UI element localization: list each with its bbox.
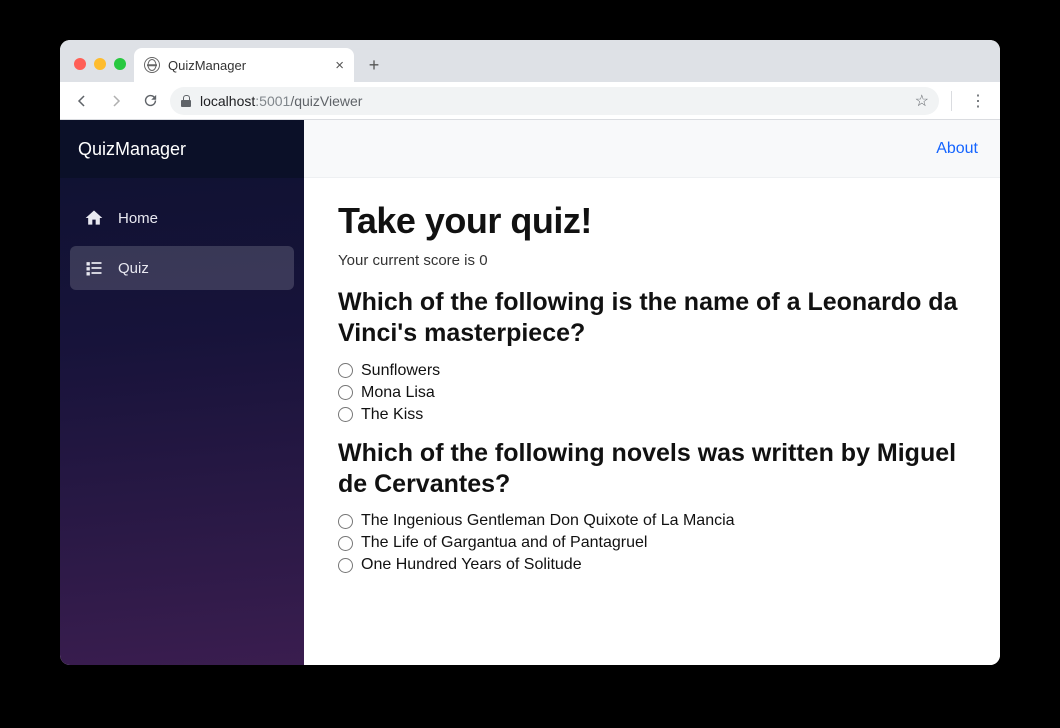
radio-input[interactable] [338,558,353,573]
options-group: The Ingenious Gentleman Don Quixote of L… [338,510,966,576]
browser-toolbar: localhost:5001/quizViewer ☆ ⋮ [60,82,1000,120]
score-line: Your current score is 0 [338,252,966,269]
option-label: The Ingenious Gentleman Don Quixote of L… [361,512,735,530]
browser-window: QuizManager × + localhost:5001/quizViewe… [60,40,1000,665]
radio-input[interactable] [338,407,353,422]
window-controls [70,58,134,82]
answer-option[interactable]: The Life of Gargantua and of Pantagruel [338,532,966,554]
back-button[interactable] [68,87,96,115]
content: About Take your quiz! Your current score… [304,120,1000,665]
page: QuizManager Home Quiz About [60,120,1000,665]
sidebar-item-home[interactable]: Home [70,196,294,240]
score-prefix: Your current score is [338,252,479,269]
topbar: About [304,120,1000,178]
maximize-window-button[interactable] [114,58,126,70]
new-tab-button[interactable]: + [360,51,388,79]
radio-input[interactable] [338,363,353,378]
brand-label: QuizManager [78,139,186,160]
address-bar[interactable]: localhost:5001/quizViewer ☆ [170,87,939,115]
about-link[interactable]: About [936,140,978,158]
option-label: Sunflowers [361,362,440,380]
toolbar-separator [951,91,952,111]
question-prompt: Which of the following is the name of a … [338,287,966,350]
url-host: localhost [200,93,255,109]
minimize-window-button[interactable] [94,58,106,70]
globe-icon [144,57,160,73]
answer-option[interactable]: Sunflowers [338,360,966,382]
url-port: :5001 [255,93,290,109]
sidebar-item-quiz[interactable]: Quiz [70,246,294,290]
options-group: Sunflowers Mona Lisa The Kiss [338,360,966,426]
answer-option[interactable]: The Ingenious Gentleman Don Quixote of L… [338,510,966,532]
forward-button[interactable] [102,87,130,115]
sidebar-nav: Home Quiz [60,178,304,308]
brand[interactable]: QuizManager [60,120,304,178]
sidebar-item-label: Quiz [118,260,149,277]
question-block: Which of the following novels was writte… [338,438,966,577]
sidebar: QuizManager Home Quiz [60,120,304,665]
answer-option[interactable]: Mona Lisa [338,382,966,404]
option-label: One Hundred Years of Solitude [361,556,582,574]
close-tab-button[interactable]: × [335,57,344,74]
main: Take your quiz! Your current score is 0 … [304,178,1000,665]
close-window-button[interactable] [74,58,86,70]
question-prompt: Which of the following novels was writte… [338,438,966,501]
sidebar-item-label: Home [118,210,158,227]
url-path: /quizViewer [290,93,362,109]
radio-input[interactable] [338,514,353,529]
question-block: Which of the following is the name of a … [338,287,966,426]
browser-menu-button[interactable]: ⋮ [964,91,992,111]
quiz-icon [84,258,104,278]
radio-input[interactable] [338,536,353,551]
answer-option[interactable]: One Hundred Years of Solitude [338,554,966,576]
tab-strip: QuizManager × + [60,40,1000,82]
score-value: 0 [479,252,487,269]
browser-tab[interactable]: QuizManager × [134,48,354,82]
lock-icon [180,95,192,107]
url-text: localhost:5001/quizViewer [200,93,362,109]
bookmark-icon[interactable]: ☆ [915,91,929,111]
page-title: Take your quiz! [338,200,966,242]
option-label: The Life of Gargantua and of Pantagruel [361,534,647,552]
answer-option[interactable]: The Kiss [338,404,966,426]
reload-button[interactable] [136,87,164,115]
option-label: Mona Lisa [361,384,435,402]
tab-title: QuizManager [168,58,327,73]
radio-input[interactable] [338,385,353,400]
option-label: The Kiss [361,406,423,424]
home-icon [84,208,104,228]
